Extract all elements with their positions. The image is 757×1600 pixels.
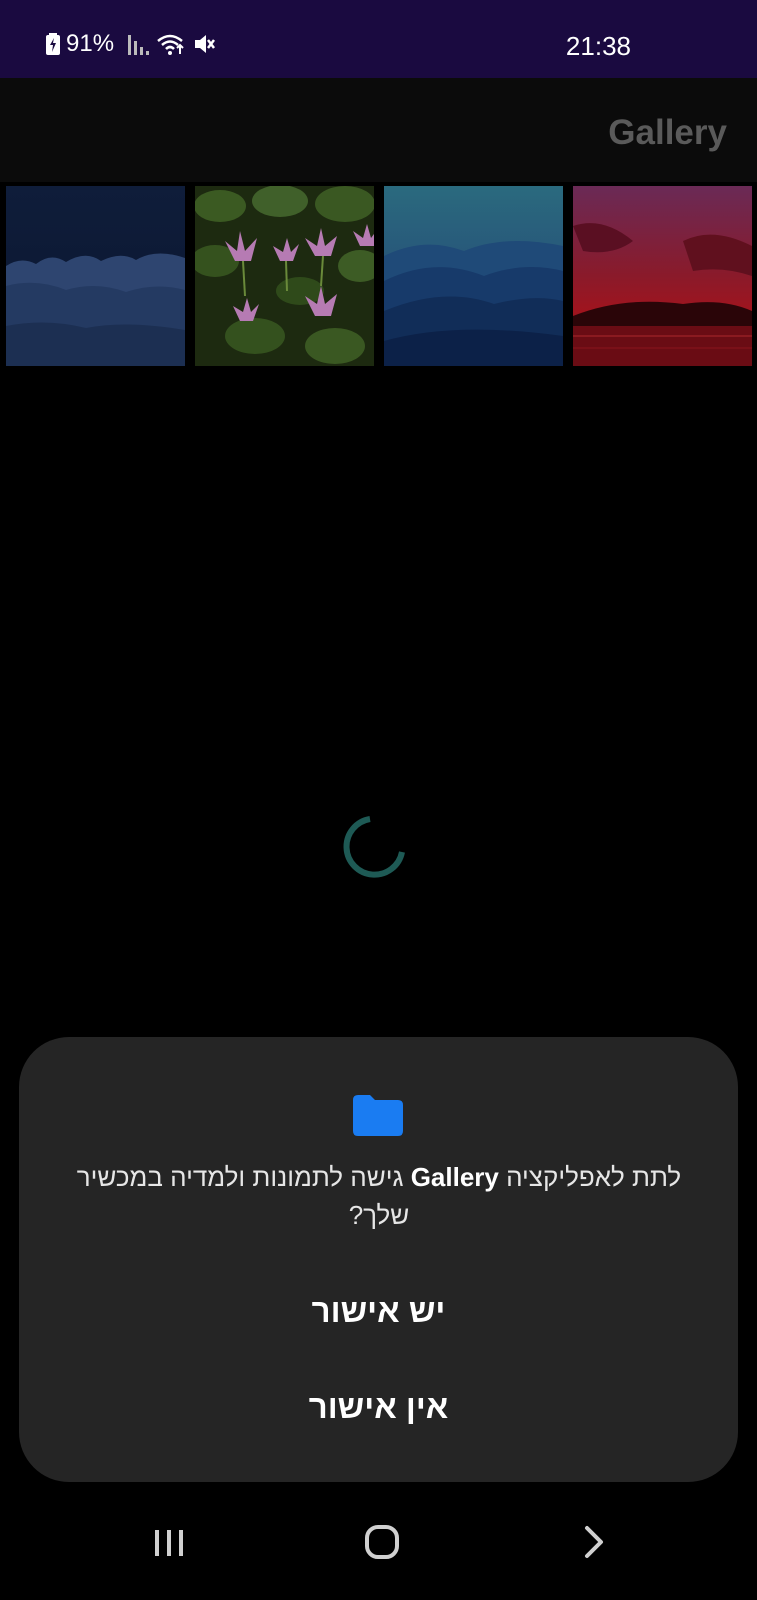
app-title: Gallery	[608, 113, 727, 152]
dialog-message-prefix: לתת לאפליקציה	[498, 1162, 682, 1192]
status-bar: 91% 21:38	[0, 0, 757, 78]
dialog-message-suffix: גישה לתמונות ולמדיה במכשיר שלך?	[76, 1162, 411, 1230]
home-icon[interactable]	[362, 1522, 402, 1567]
battery-percentage: 91%	[66, 30, 115, 57]
status-left: 91%	[46, 30, 216, 58]
navigation-bar	[0, 1500, 757, 1600]
allow-button[interactable]: יש אישור	[19, 1271, 738, 1351]
folder-icon	[353, 1094, 403, 1141]
thumbnail-water-lilies[interactable]	[195, 186, 374, 366]
loading-spinner-icon	[340, 812, 410, 882]
thumbnail-snowy-forest[interactable]	[6, 186, 185, 366]
screen: 91% 21:38 Gallery לתת לאפליקציה Gallery …	[0, 0, 757, 1600]
app-bar: Gallery	[0, 78, 757, 182]
thumbnail-blue-mountains[interactable]	[384, 186, 563, 366]
back-icon[interactable]	[580, 1522, 610, 1567]
deny-button[interactable]: אין אישור	[19, 1367, 738, 1447]
mute-icon	[192, 32, 216, 56]
wifi-icon	[156, 33, 186, 55]
status-time: 21:38	[565, 31, 631, 61]
signal-icon	[128, 33, 150, 55]
dialog-message: לתת לאפליקציה Gallery גישה לתמונות ולמדי…	[59, 1158, 699, 1234]
permission-dialog: לתת לאפליקציה Gallery גישה לתמונות ולמדי…	[19, 1037, 738, 1482]
thumbnail-sunset[interactable]	[573, 186, 752, 366]
thumbnail-grid	[0, 186, 757, 366]
dialog-app-name: Gallery	[410, 1162, 499, 1192]
battery-charging-icon	[46, 33, 60, 55]
recents-icon[interactable]	[152, 1522, 186, 1567]
